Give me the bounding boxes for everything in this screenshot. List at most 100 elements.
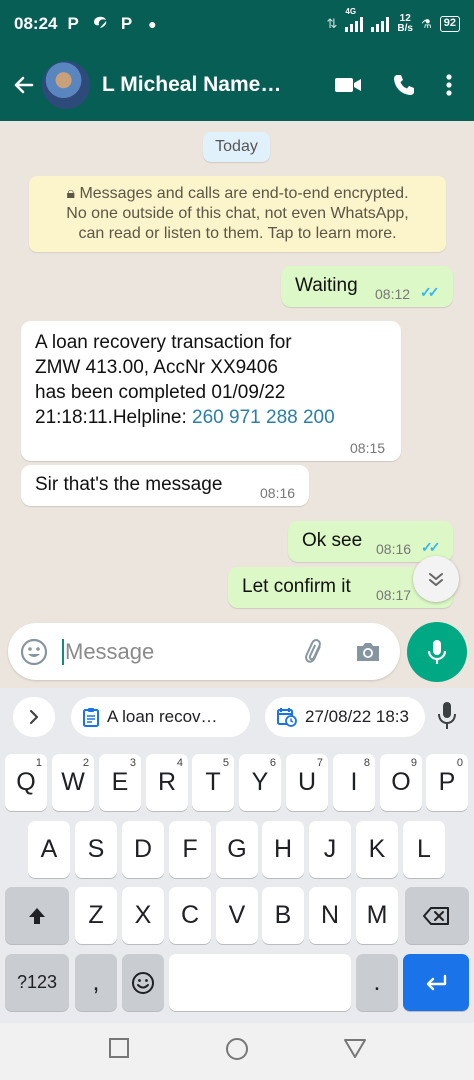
date-chip: Today <box>203 132 270 162</box>
emoji-icon[interactable] <box>20 638 48 666</box>
message-bubble-in[interactable]: A loan recovery transaction for ZMW 413.… <box>21 321 401 461</box>
symbols-key[interactable]: ?123 <box>5 954 69 1011</box>
message-time: 08:17 <box>376 587 412 603</box>
key-l[interactable]: L <box>403 821 445 878</box>
lab-flask-icon: ⚗ <box>420 17 432 31</box>
key-f[interactable]: F <box>169 821 211 878</box>
emoji-key[interactable] <box>122 954 164 1011</box>
key-hint: 3 <box>129 757 136 769</box>
paperclip-attach-icon[interactable] <box>300 637 330 667</box>
key-z[interactable]: Z <box>75 887 117 944</box>
status-bar: 08:24 P P ● ⇅ 4G 12 B/s ⚗ 92 <box>0 0 474 48</box>
key-i[interactable]: 8I <box>333 754 375 811</box>
more-options-icon[interactable] <box>446 73 452 97</box>
backspace-key[interactable] <box>405 887 469 944</box>
key-label: O <box>391 768 411 796</box>
message-compose-bar: Message <box>8 623 400 680</box>
back-arrow-icon[interactable] <box>6 74 40 96</box>
chat-header: L Micheal Name… <box>0 48 474 121</box>
encryption-notice[interactable]: 🔒︎ Messages and calls are end-to-end enc… <box>29 176 446 252</box>
key-label: I <box>350 768 358 796</box>
contact-avatar[interactable] <box>42 60 90 109</box>
key-s[interactable]: S <box>75 821 117 878</box>
key-label: W <box>61 768 85 796</box>
enter-arrow-icon <box>426 974 447 990</box>
key-b[interactable]: B <box>262 887 304 944</box>
enter-key[interactable] <box>403 954 469 1011</box>
key-o[interactable]: 9O <box>380 754 422 811</box>
date-suggestion-chip[interactable]: 27/08/22 18:3 <box>265 697 425 737</box>
helpline-phone-link[interactable]: 260 971 288 200 <box>192 407 335 428</box>
net-speed: 12 B/s <box>397 14 413 34</box>
key-hint: 6 <box>269 757 276 769</box>
message-time: 08:16 <box>376 541 412 557</box>
key-hint: 2 <box>82 757 89 769</box>
key-v[interactable]: V <box>216 887 258 944</box>
microphone-icon <box>427 640 447 664</box>
message-bubble-out[interactable]: Ok see 08:16 ✓✓ <box>288 521 453 562</box>
voice-call-icon[interactable] <box>392 73 416 97</box>
key-hint: 4 <box>176 757 183 769</box>
message-time: 08:15 <box>350 440 386 456</box>
key-c[interactable]: C <box>169 887 211 944</box>
key-label: U <box>297 768 317 796</box>
shift-key[interactable] <box>5 887 69 944</box>
recents-square-icon[interactable] <box>108 1037 130 1059</box>
read-ticks-icon: ✓✓ <box>420 284 440 300</box>
key-d[interactable]: D <box>122 821 164 878</box>
key-y[interactable]: 6Y <box>239 754 281 811</box>
back-triangle-icon[interactable] <box>343 1037 367 1059</box>
key-a[interactable]: A <box>28 821 70 878</box>
notification-p-icon: P <box>67 14 79 33</box>
key-m[interactable]: M <box>356 887 398 944</box>
message-text: Waiting <box>295 275 358 296</box>
signal-2-icon <box>371 16 390 32</box>
clipboard-suggestion-chip[interactable]: A loan recov… <box>71 697 250 737</box>
network-type: 4G <box>345 7 357 16</box>
key-j[interactable]: J <box>309 821 351 878</box>
read-ticks-icon: ✓✓ <box>421 539 441 555</box>
message-input[interactable]: Message <box>65 639 154 665</box>
message-line-4-prefix: 21:18:11.Helpline: <box>35 407 193 428</box>
contact-name[interactable]: L Micheal Name… <box>102 73 297 97</box>
space-key[interactable] <box>169 954 351 1011</box>
camera-icon[interactable] <box>354 639 382 665</box>
clipboard-icon <box>83 708 99 727</box>
key-u[interactable]: 7U <box>286 754 328 811</box>
scroll-to-bottom-button[interactable] <box>413 556 459 602</box>
backspace-icon <box>423 906 449 925</box>
key-q[interactable]: 1Q <box>5 754 47 811</box>
key-x[interactable]: X <box>122 887 164 944</box>
message-line-1: A loan recovery transaction for <box>35 332 292 353</box>
message-bubble-in[interactable]: Sir that's the message 08:16 <box>21 465 309 506</box>
chat-area[interactable]: Today 🔒︎ Messages and calls are end-to-e… <box>0 121 474 688</box>
key-hint: 0 <box>456 757 463 769</box>
key-k[interactable]: K <box>356 821 398 878</box>
key-w[interactable]: 2W <box>52 754 94 811</box>
video-call-icon[interactable] <box>334 75 362 95</box>
key-label: Q <box>16 768 36 796</box>
expand-toolbar-button[interactable] <box>13 697 55 737</box>
key-h[interactable]: H <box>262 821 304 878</box>
keyboard: A loan recov… 27/08/22 18:3 1Q 2W 3E 4R … <box>0 688 474 1023</box>
notification-swirl-icon <box>91 13 109 36</box>
message-bubble-out[interactable]: Waiting 08:12 ✓✓ <box>281 266 453 307</box>
keyboard-microphone-icon[interactable] <box>436 700 458 732</box>
calendar-clock-icon <box>277 708 297 727</box>
key-r[interactable]: 4R <box>146 754 188 811</box>
key-g[interactable]: G <box>216 821 258 878</box>
key-p[interactable]: 0P <box>426 754 468 811</box>
chevron-right-icon <box>29 709 39 725</box>
voice-message-button[interactable] <box>407 622 467 682</box>
message-time: 08:16 <box>260 485 296 501</box>
message-line-4: 21:18:11.Helpline: 260 971 288 200 <box>35 405 335 430</box>
home-circle-icon[interactable] <box>225 1037 249 1061</box>
key-e[interactable]: 3E <box>99 754 141 811</box>
period-key[interactable]: . <box>356 954 398 1011</box>
net-speed-unit: B/s <box>397 23 413 34</box>
key-t[interactable]: 5T <box>192 754 234 811</box>
comma-key[interactable]: , <box>75 954 117 1011</box>
message-line-2: ZMW 413.00, AccNr XX9406 <box>35 357 278 378</box>
key-n[interactable]: N <box>309 887 351 944</box>
key-label: T <box>205 768 221 796</box>
